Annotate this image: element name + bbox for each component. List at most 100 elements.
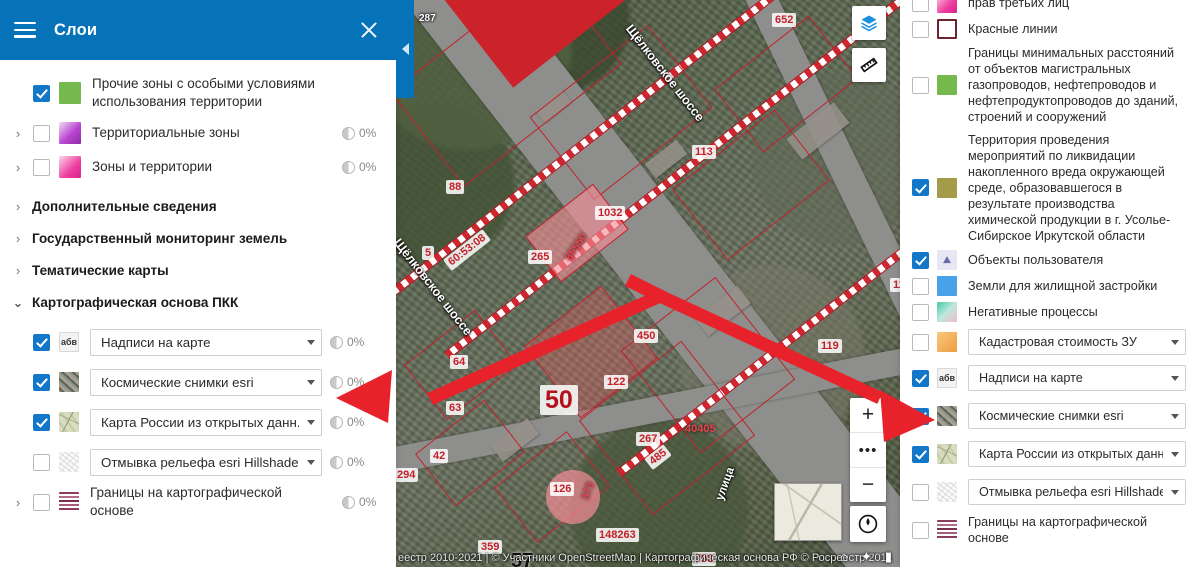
layer-checkbox-borders-cartographic-base[interactable] bbox=[912, 521, 929, 539]
basemap-checkbox-russia-open-data-map[interactable] bbox=[33, 413, 50, 431]
ruler-icon bbox=[860, 57, 878, 73]
map-bottom-toolbar[interactable]: ⌂ ✦ ▮ bbox=[840, 550, 892, 563]
layer-group-thematic-maps[interactable]: › Тематические карты bbox=[0, 254, 396, 286]
layer-checkbox-min-distance-borders[interactable] bbox=[912, 76, 929, 94]
zoom-out-button[interactable]: − bbox=[850, 467, 886, 502]
layer-row-min-distance-borders[interactable]: Границы минимальных расстояний от объект… bbox=[908, 42, 1190, 129]
basemap-row-russia-open-data-map[interactable]: › Карта России из открытых данн... 0% bbox=[0, 402, 396, 442]
basemap-opacity-esri-satellite[interactable]: 0% bbox=[330, 375, 376, 389]
home-icon[interactable]: ⌂ bbox=[840, 550, 848, 563]
chevron-right-icon[interactable]: › bbox=[10, 496, 26, 509]
chevron-right-icon[interactable]: › bbox=[10, 232, 26, 245]
layer-row-territorial-zones[interactable]: › Территориальные зоны 0% bbox=[0, 116, 396, 150]
layer-select-esri-hillshade[interactable]: Отмывка рельефа esri Hillshade bbox=[968, 479, 1186, 506]
layer-checkbox-usolye-remediation[interactable] bbox=[912, 179, 929, 197]
basemap-checkbox-borders[interactable] bbox=[33, 493, 50, 511]
layers-button[interactable] bbox=[852, 6, 886, 40]
map-parcel-label: 122 bbox=[604, 375, 629, 389]
basemap-row-esri-satellite[interactable]: › Космические снимки esri 0% bbox=[0, 362, 396, 402]
overview-minimap[interactable] bbox=[774, 483, 842, 541]
basemap-opacity-esri-hillshade[interactable]: 0% bbox=[330, 455, 376, 469]
compass-button[interactable] bbox=[850, 506, 886, 542]
chevron-right-icon[interactable]: › bbox=[10, 161, 26, 174]
layer-row-cadastral-value[interactable]: Кадастровая стоимость ЗУ bbox=[908, 325, 1190, 359]
layer-row-red-lines[interactable]: Красные линии bbox=[908, 16, 1190, 42]
basemap-checkbox-esri-satellite[interactable] bbox=[33, 373, 50, 391]
basemap-select-esri-hillshade[interactable]: Отмывка рельефа esri Hillshade bbox=[90, 448, 322, 476]
layer-opacity-zones-and-territories[interactable]: 0% bbox=[342, 160, 388, 174]
layer-select-value: Кадастровая стоимость ЗУ bbox=[979, 335, 1137, 350]
basemap-checkbox-map-labels[interactable] bbox=[33, 333, 50, 351]
layer-label-negative-processes: Негативные процессы bbox=[968, 305, 1098, 320]
zoom-controls[interactable]: + ••• − bbox=[850, 398, 886, 502]
layer-checkbox-zones-and-territories[interactable] bbox=[33, 158, 50, 176]
layer-checkbox-red-lines[interactable] bbox=[912, 20, 929, 38]
panel-collapse-button[interactable] bbox=[396, 0, 414, 98]
basemap-row-map-labels[interactable]: › абв Надписи на карте 0% bbox=[0, 322, 396, 362]
layer-select-map-labels[interactable]: Надписи на карте bbox=[968, 365, 1186, 392]
map-parcel-label: 1032 bbox=[595, 206, 626, 220]
layer-checkbox-esri-hillshade[interactable] bbox=[912, 483, 929, 501]
layers-panel-body[interactable]: › Прочие зоны с особыми условиями исполь… bbox=[0, 60, 396, 567]
layer-checkbox-negative-processes[interactable] bbox=[912, 303, 929, 321]
layer-row-zones-and-territories[interactable]: › Зоны и территории 0% bbox=[0, 150, 396, 184]
chevron-right-icon[interactable]: › bbox=[10, 127, 26, 140]
basemap-select-russia-open-data-map[interactable]: Карта России из открытых данн... bbox=[90, 408, 322, 436]
chevron-right-icon[interactable]: › bbox=[10, 200, 26, 213]
layer-row-housing-development-lands[interactable]: Земли для жилищной застройки bbox=[908, 273, 1190, 299]
basemap-opacity-borders[interactable]: 0% bbox=[342, 495, 388, 509]
measure-button[interactable] bbox=[852, 48, 886, 82]
layer-row-user-objects[interactable]: Объекты пользователя bbox=[908, 247, 1190, 273]
layer-swatch-olive bbox=[937, 177, 957, 198]
basemap-opacity-map-labels[interactable]: 0% bbox=[330, 335, 376, 349]
basemap-label-borders: Границы на картографической основе bbox=[90, 485, 282, 518]
locate-icon[interactable]: ✦ bbox=[861, 550, 872, 563]
layer-checkbox-housing-development-lands[interactable] bbox=[912, 277, 929, 295]
fullscreen-icon[interactable]: ▮ bbox=[885, 550, 892, 563]
chevron-right-icon[interactable]: › bbox=[10, 264, 26, 277]
layer-opacity-territorial-zones[interactable]: 0% bbox=[342, 126, 388, 140]
layer-row-russia-open-data-map[interactable]: Карта России из открытых данн... bbox=[908, 435, 1190, 473]
layer-swatch-satellite bbox=[937, 406, 957, 427]
layer-group-additional-info[interactable]: › Дополнительные сведения bbox=[0, 190, 396, 222]
layer-group-state-land-monitoring[interactable]: › Государственный мониторинг земель bbox=[0, 222, 396, 254]
basemap-row-borders[interactable]: › Границы на картографической основе 0% bbox=[0, 482, 396, 522]
layer-checkbox-esri-satellite[interactable] bbox=[912, 407, 929, 425]
basemap-row-esri-hillshade[interactable]: › Отмывка рельефа esri Hillshade 0% bbox=[0, 442, 396, 482]
chevron-down-icon bbox=[1171, 413, 1179, 419]
layer-row-third-party-rights[interactable]: прав третьих лиц bbox=[908, 0, 1190, 16]
layer-row-esri-satellite[interactable]: Космические снимки esri bbox=[908, 397, 1190, 435]
map-canvas[interactable]: Щёлковское шоссе Щёлковское шоссе улица … bbox=[396, 0, 900, 567]
basemap-opacity-russia-open-data-map[interactable]: 0% bbox=[330, 415, 376, 429]
layer-swatch-teal bbox=[937, 302, 957, 323]
layer-select-esri-satellite[interactable]: Космические снимки esri bbox=[968, 403, 1186, 430]
chevron-down-icon bbox=[1171, 489, 1179, 495]
layer-row-borders-cartographic-base[interactable]: Границы на картографической основе bbox=[908, 511, 1190, 549]
layer-checkbox-territorial-zones[interactable] bbox=[33, 124, 50, 142]
close-icon[interactable] bbox=[358, 19, 380, 41]
layer-row-esri-hillshade[interactable]: Отмывка рельефа esri Hillshade bbox=[908, 473, 1190, 511]
basemap-checkbox-esri-hillshade[interactable] bbox=[33, 453, 50, 471]
layer-row-map-labels[interactable]: абв Надписи на карте bbox=[908, 359, 1190, 397]
map-parcel-label: 148263 bbox=[596, 528, 639, 542]
layer-checkbox-map-labels[interactable] bbox=[912, 369, 929, 387]
layer-checkbox-other-zones[interactable] bbox=[33, 84, 50, 102]
zoom-more-button[interactable]: ••• bbox=[850, 432, 886, 467]
layer-row-usolye-remediation[interactable]: Территория проведения мероприятий по лик… bbox=[908, 129, 1190, 248]
layer-row-other-zones[interactable]: › Прочие зоны с особыми условиями исполь… bbox=[0, 70, 396, 116]
chevron-down-icon bbox=[307, 459, 315, 465]
zoom-in-button[interactable]: + bbox=[850, 398, 886, 432]
layer-swatch-purple bbox=[59, 122, 81, 144]
basemap-select-esri-satellite[interactable]: Космические снимки esri bbox=[90, 368, 322, 396]
layer-checkbox-user-objects[interactable] bbox=[912, 251, 929, 269]
layer-group-cartographic-base-pkk[interactable]: ⌄ Картографическая основа ПКК bbox=[0, 286, 396, 318]
layer-row-negative-processes[interactable]: Негативные процессы bbox=[908, 299, 1190, 325]
layer-checkbox-third-party-rights[interactable] bbox=[912, 0, 929, 12]
basemap-select-map-labels[interactable]: Надписи на карте bbox=[90, 328, 322, 356]
hamburger-menu-icon[interactable] bbox=[14, 22, 36, 38]
layer-checkbox-cadastral-value[interactable] bbox=[912, 333, 929, 351]
chevron-down-icon[interactable]: ⌄ bbox=[10, 296, 26, 309]
layer-select-russia-open-data-map[interactable]: Карта России из открытых данн... bbox=[968, 441, 1186, 468]
layer-select-cadastral-value[interactable]: Кадастровая стоимость ЗУ bbox=[968, 329, 1186, 356]
layer-checkbox-russia-open-data-map[interactable] bbox=[912, 445, 929, 463]
